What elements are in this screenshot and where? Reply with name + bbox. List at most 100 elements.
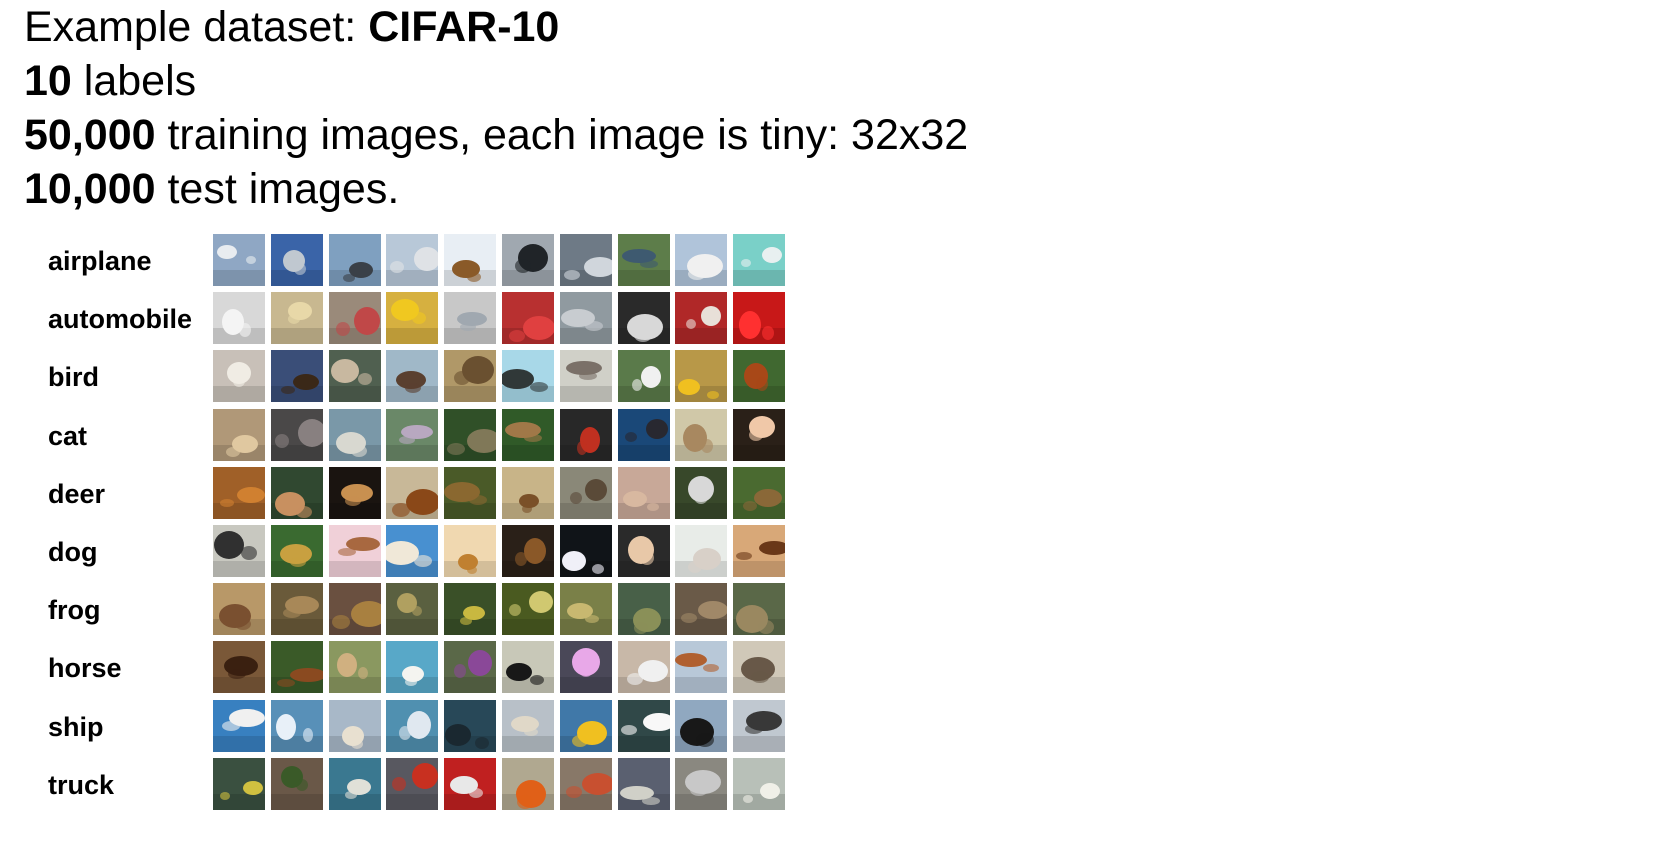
class-label: automobile bbox=[48, 304, 193, 335]
sample-image-frog bbox=[502, 583, 558, 639]
sample-image-ship bbox=[444, 699, 500, 756]
sample-image-airplane bbox=[617, 234, 674, 290]
sample-image-deer bbox=[733, 466, 789, 523]
sample-image-automobile bbox=[559, 292, 616, 348]
sample-image-frog bbox=[386, 583, 442, 639]
sample-image-ship bbox=[559, 699, 616, 756]
sample-image-automobile bbox=[444, 292, 500, 348]
class-label: dog bbox=[48, 537, 98, 567]
sample-image-ship bbox=[502, 699, 558, 756]
sample-image-deer bbox=[617, 466, 674, 523]
class-row-cat: cat bbox=[0, 408, 800, 465]
sample-image-bird bbox=[328, 350, 385, 406]
sample-image-horse bbox=[733, 641, 789, 697]
sample-image-frog bbox=[270, 583, 327, 639]
sample-image-horse bbox=[386, 641, 442, 697]
sample-image-dog bbox=[270, 525, 327, 581]
sample-image-dog bbox=[328, 525, 385, 581]
test-line: 10,000 test images. bbox=[24, 162, 968, 216]
sample-image-airplane bbox=[213, 234, 269, 290]
sample-image-frog bbox=[559, 583, 616, 639]
sample-image-automobile bbox=[675, 292, 731, 348]
sample-image-ship bbox=[213, 699, 269, 756]
sample-image-airplane bbox=[444, 234, 500, 290]
sample-image-deer bbox=[386, 466, 442, 523]
sample-image-deer bbox=[270, 466, 327, 523]
sample-image-truck bbox=[617, 757, 674, 814]
sample-image-horse bbox=[213, 641, 269, 697]
dataset-line: Example dataset: CIFAR-10 bbox=[24, 0, 968, 54]
sample-image-dog bbox=[444, 525, 500, 581]
sample-image-dog bbox=[386, 525, 442, 581]
sample-image-horse bbox=[675, 641, 731, 697]
sample-image-automobile bbox=[502, 292, 558, 348]
sample-image-automobile bbox=[617, 292, 674, 348]
class-label: truck bbox=[48, 769, 115, 800]
intro-text: Example dataset: CIFAR-10 10 labels 50,0… bbox=[24, 0, 968, 216]
sample-image-dog bbox=[502, 525, 558, 581]
class-row-airplane: airplane bbox=[0, 234, 800, 290]
sample-image-horse bbox=[328, 641, 385, 697]
sample-image-automobile bbox=[386, 292, 442, 348]
dataset-prefix: Example dataset: bbox=[24, 3, 369, 51]
training-count: 50,000 bbox=[24, 111, 156, 159]
sample-image-cat bbox=[502, 408, 558, 465]
class-row-ship: ship bbox=[0, 699, 800, 756]
sample-image-deer bbox=[328, 466, 385, 523]
class-label: ship bbox=[48, 711, 104, 742]
sample-image-airplane bbox=[502, 234, 558, 290]
sample-image-bird bbox=[559, 350, 616, 406]
class-row-horse: horse bbox=[0, 641, 800, 697]
sample-image-cat bbox=[213, 408, 269, 465]
training-text: training images, each image is tiny: 32x… bbox=[155, 111, 969, 159]
sample-image-automobile bbox=[328, 292, 385, 348]
sample-image-ship bbox=[270, 699, 327, 756]
sample-image-deer bbox=[675, 466, 731, 523]
test-text: test images. bbox=[155, 165, 400, 213]
sample-image-bird bbox=[386, 350, 442, 406]
class-label: horse bbox=[48, 653, 122, 684]
sample-image-bird bbox=[675, 350, 731, 406]
sample-image-horse bbox=[444, 641, 500, 697]
dataset-name: CIFAR-10 bbox=[368, 3, 560, 51]
sample-image-dog bbox=[617, 525, 674, 581]
class-label: cat bbox=[48, 420, 88, 451]
sample-image-dog bbox=[675, 525, 731, 581]
sample-image-bird bbox=[733, 350, 789, 406]
sample-image-truck bbox=[213, 757, 269, 814]
class-label: airplane bbox=[48, 246, 152, 276]
sample-image-deer bbox=[213, 466, 269, 523]
sample-image-cat bbox=[675, 408, 731, 465]
sample-image-truck bbox=[270, 757, 327, 814]
training-line: 50,000 training images, each image is ti… bbox=[24, 108, 968, 162]
test-count: 10,000 bbox=[24, 165, 156, 213]
sample-image-frog bbox=[328, 583, 385, 639]
sample-image-truck bbox=[733, 757, 789, 814]
sample-image-truck bbox=[328, 757, 385, 814]
sample-image-horse bbox=[617, 641, 674, 697]
sample-image-horse bbox=[559, 641, 616, 697]
labels-text: labels bbox=[71, 57, 197, 105]
class-row-bird: bird bbox=[0, 350, 800, 406]
sample-image-cat bbox=[386, 408, 442, 465]
class-label: bird bbox=[48, 362, 99, 393]
sample-image-cat bbox=[733, 408, 789, 465]
sample-image-frog bbox=[733, 583, 789, 639]
sample-image-frog bbox=[675, 583, 731, 639]
sample-image-cat bbox=[617, 408, 674, 465]
sample-image-dog bbox=[213, 525, 269, 581]
sample-image-ship bbox=[617, 699, 674, 756]
sample-image-cat bbox=[270, 408, 327, 465]
class-row-frog: frog bbox=[0, 583, 800, 639]
sample-image-airplane bbox=[559, 234, 616, 290]
sample-image-deer bbox=[444, 466, 500, 523]
sample-image-horse bbox=[502, 641, 558, 697]
sample-image-horse bbox=[270, 641, 327, 697]
sample-image-airplane bbox=[270, 234, 327, 290]
sample-image-cat bbox=[559, 408, 616, 465]
sample-image-automobile bbox=[270, 292, 327, 348]
sample-image-ship bbox=[386, 699, 442, 756]
sample-image-automobile bbox=[733, 292, 789, 348]
labels-count: 10 bbox=[24, 57, 72, 105]
sample-image-frog bbox=[444, 583, 500, 639]
